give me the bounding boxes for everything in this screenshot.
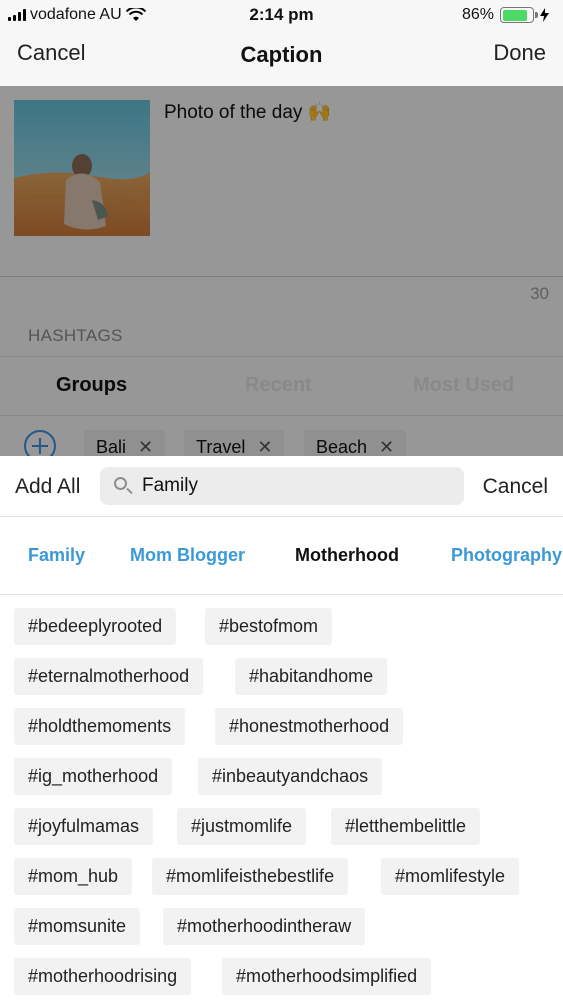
close-icon[interactable]: ✕	[138, 437, 153, 458]
tab-photography[interactable]: Photography	[451, 545, 562, 566]
hashtag-chip[interactable]: #eternalmotherhood	[14, 658, 204, 695]
hashtags-heading: HASHTAGS	[28, 326, 123, 345]
hashtag-chip[interactable]: #honestmotherhood	[215, 708, 404, 745]
search-icon	[114, 477, 127, 490]
tab-mom-blogger[interactable]: Mom Blogger	[130, 545, 245, 566]
hashtag-chip[interactable]: #momlifeisthebestlife	[152, 858, 349, 895]
post-thumbnail	[14, 100, 150, 236]
close-icon[interactable]: ✕	[257, 437, 272, 458]
search-field[interactable]	[100, 467, 464, 505]
category-tabs: Family Mom Blogger Motherhood Photograph…	[0, 517, 563, 595]
hashtag-chip[interactable]: #justmomlife	[177, 808, 307, 845]
page-title: Caption	[240, 42, 323, 67]
hashtag-chip[interactable]: #bedeeplyrooted	[14, 608, 177, 645]
segment-groups[interactable]: Groups	[56, 374, 127, 397]
hashtag-chip[interactable]: #inbeautyandchaos	[198, 758, 383, 795]
group-chip-label: Travel	[196, 436, 246, 457]
hashtag-chip[interactable]: #holdthemoments	[14, 708, 186, 745]
battery-percent: 86%	[461, 6, 494, 23]
segment-recent[interactable]: Recent	[245, 374, 312, 397]
caption-text[interactable]: Photo of the day 🙌	[164, 100, 331, 124]
tab-family[interactable]: Family	[28, 545, 85, 566]
hashtag-chip[interactable]: #habitandhome	[235, 658, 388, 695]
hashtag-chip[interactable]: #motherhoodsimplified	[222, 958, 432, 995]
battery-icon	[500, 7, 538, 23]
hashtag-chip[interactable]: #momsunite	[14, 908, 141, 945]
hashtag-search-bar: Add All Cancel	[0, 456, 563, 517]
status-bar: vodafone AU 2:14 pm 86%	[0, 0, 563, 30]
hashtag-segment-control: Groups Recent Most Used	[0, 356, 563, 416]
hashtag-chip[interactable]: #momlifestyle	[381, 858, 520, 895]
tab-motherhood[interactable]: Motherhood	[295, 545, 399, 566]
segment-most-used[interactable]: Most Used	[413, 374, 514, 397]
group-chip-label: Bali	[96, 436, 127, 457]
done-button[interactable]: Done	[493, 40, 546, 66]
caption-editor: Photo of the day 🙌 30 HASHTAGS Groups Re…	[0, 86, 563, 464]
hashtag-chip[interactable]: #motherhoodrising	[14, 958, 192, 995]
hashtag-chip[interactable]: #letthembelittle	[331, 808, 481, 845]
character-count: 30	[530, 284, 549, 303]
hashtag-chip[interactable]: #joyfulmamas	[14, 808, 154, 845]
add-all-button[interactable]: Add All	[15, 475, 80, 499]
hashtag-chip[interactable]: #mom_hub	[14, 858, 133, 895]
hashtag-chip[interactable]: #motherhoodintheraw	[163, 908, 366, 945]
nav-bar: Cancel Caption Done	[0, 30, 563, 86]
search-input[interactable]	[142, 473, 442, 499]
charging-bolt-icon	[540, 8, 549, 22]
divider	[0, 276, 563, 277]
hashtag-chip[interactable]: #bestofmom	[205, 608, 333, 645]
close-icon[interactable]: ✕	[379, 437, 394, 458]
search-cancel-button[interactable]: Cancel	[483, 475, 548, 499]
status-right: 86%	[462, 6, 549, 24]
group-chip-label: Beach	[316, 436, 368, 457]
hashtag-chip[interactable]: #ig_motherhood	[14, 758, 173, 795]
